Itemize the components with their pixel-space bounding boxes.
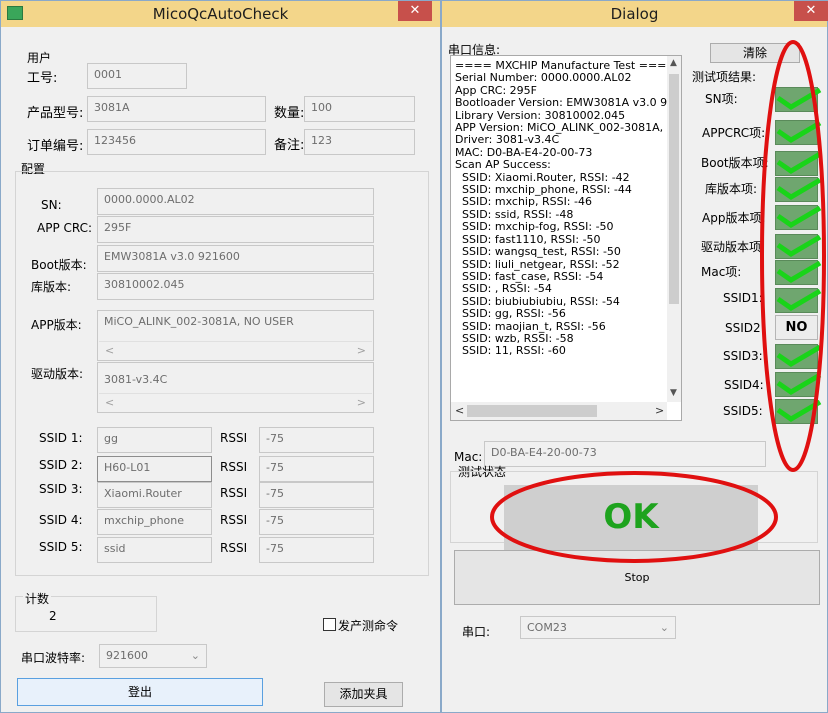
results-highlight-ellipse xyxy=(760,40,826,472)
annotation-overlay xyxy=(490,40,826,563)
ok-highlight-ellipse xyxy=(490,471,778,563)
